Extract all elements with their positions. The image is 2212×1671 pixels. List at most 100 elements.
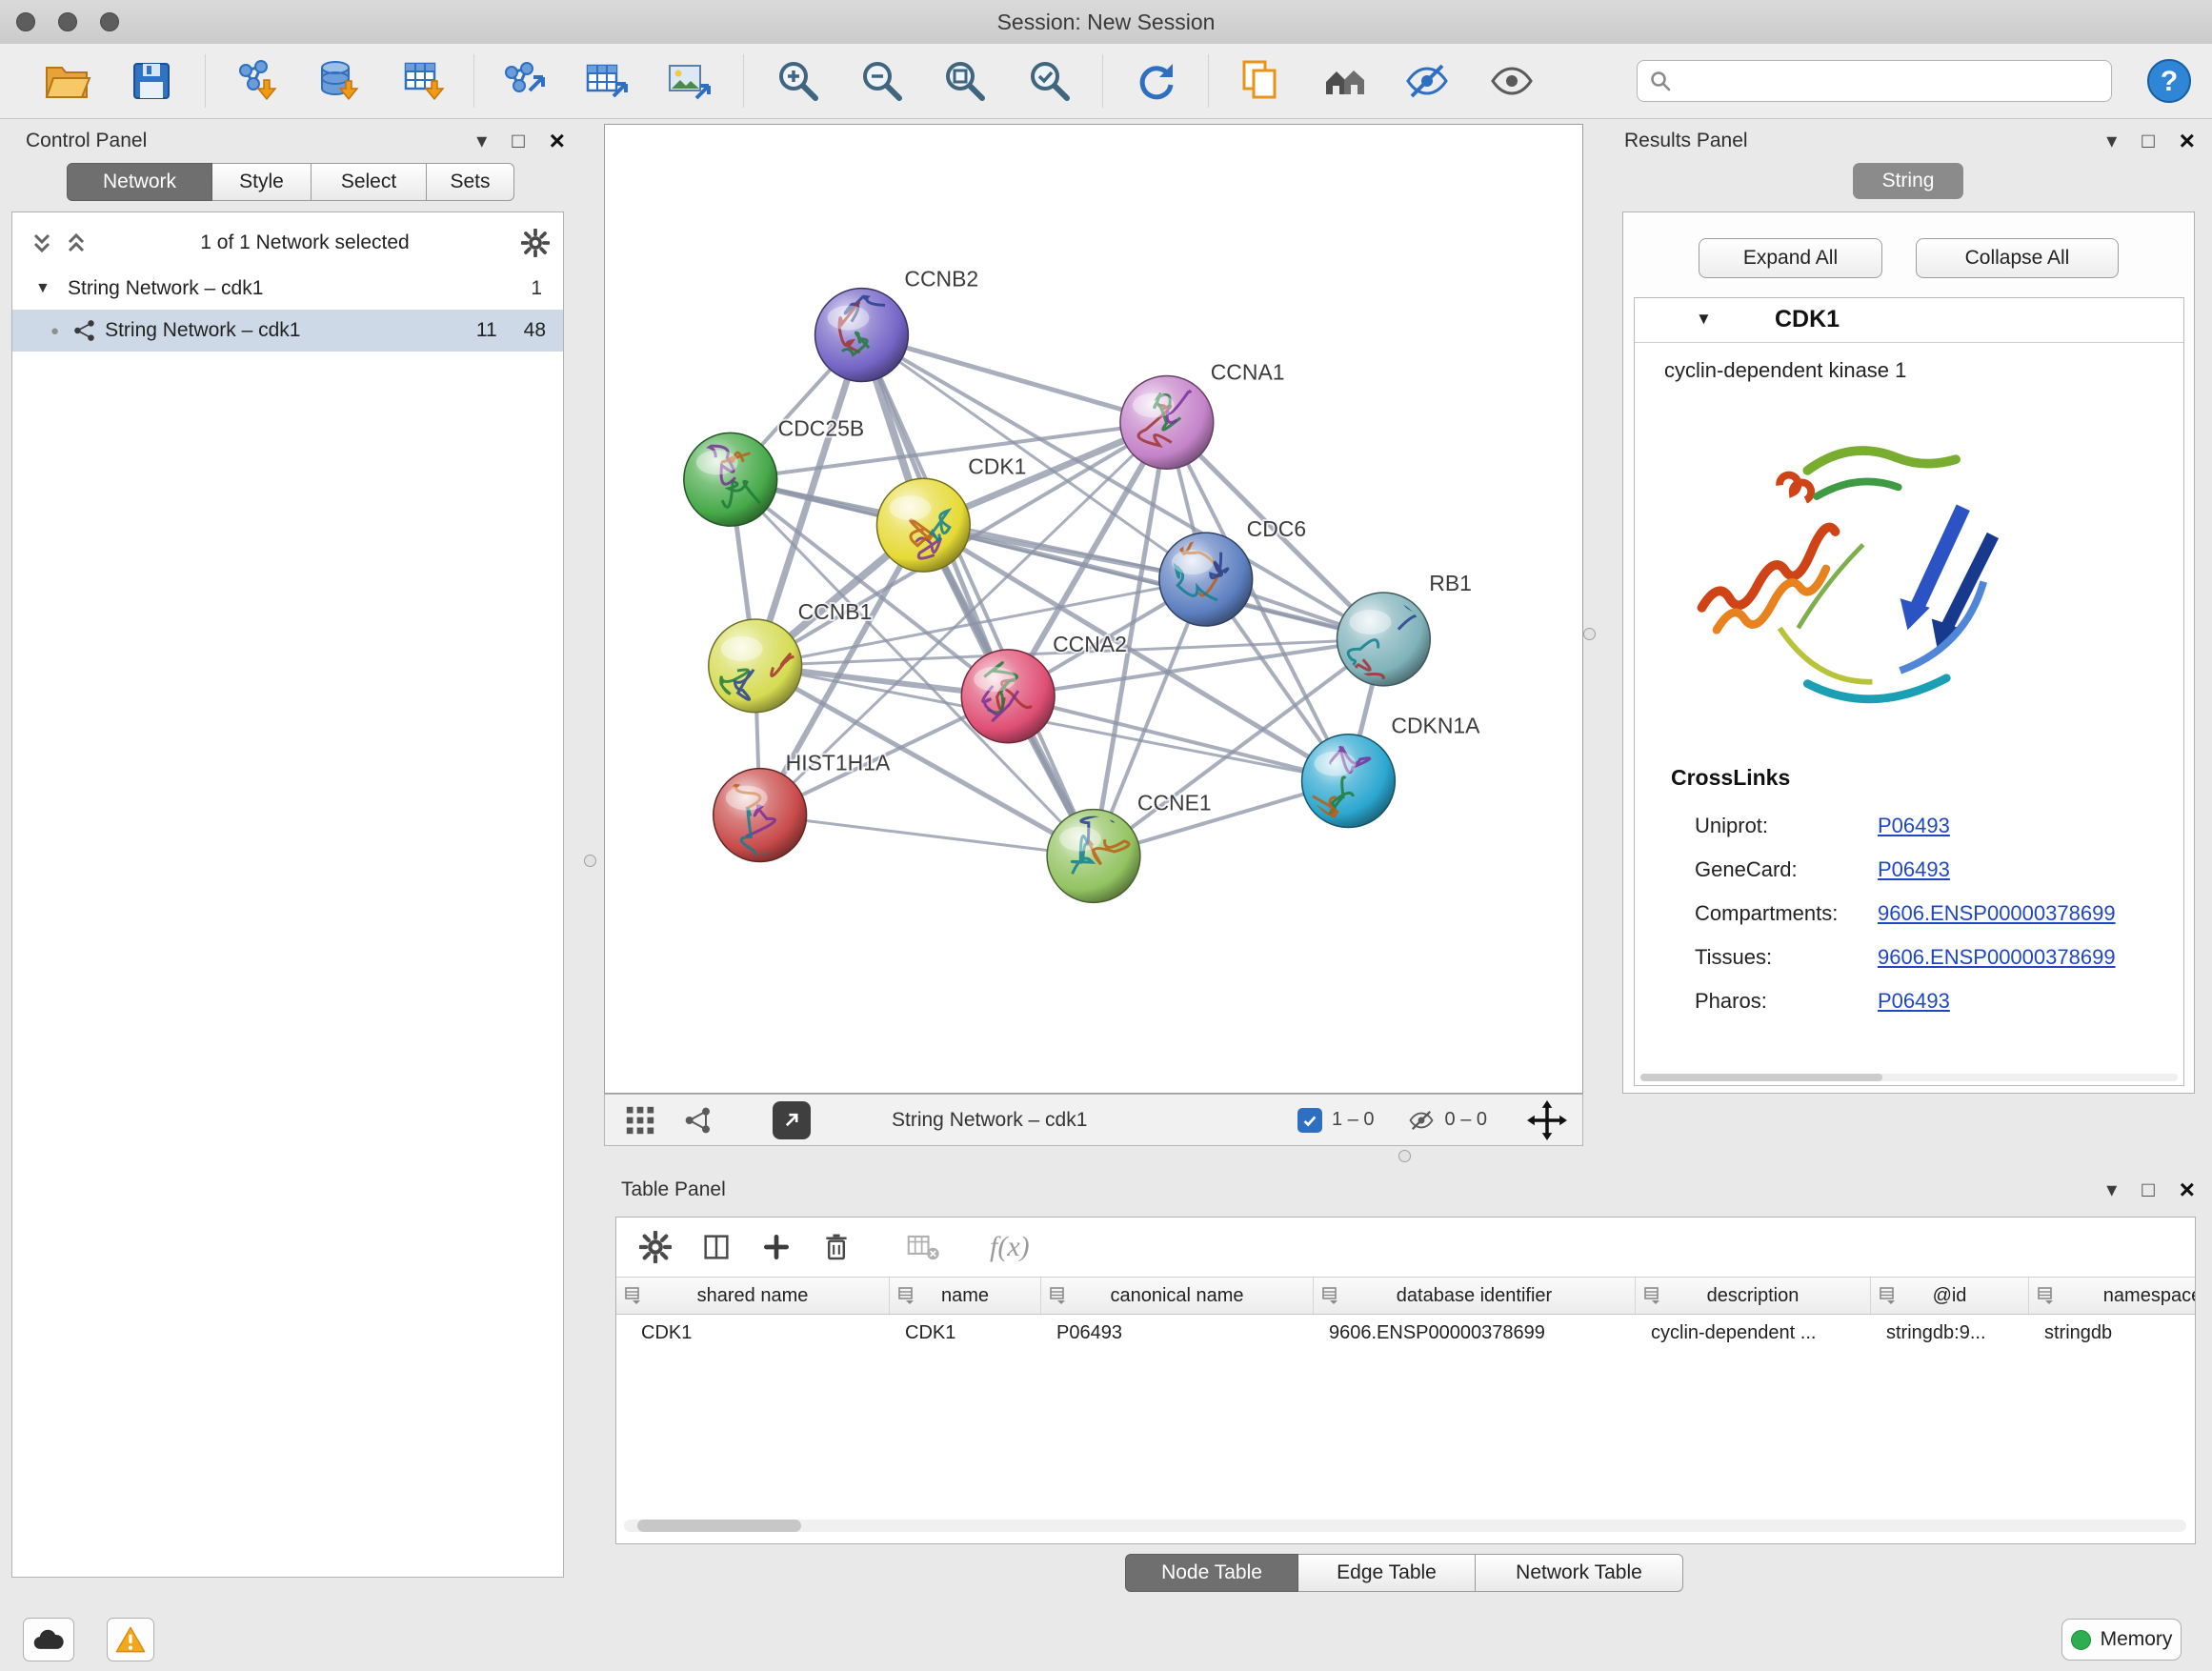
- column-header-shared-name[interactable]: shared name: [616, 1278, 890, 1314]
- tab-select[interactable]: Select: [312, 163, 427, 201]
- section-collapse-icon[interactable]: ▼: [1696, 310, 1712, 329]
- crosslink-value-link[interactable]: P06493: [1878, 814, 2183, 838]
- detach-view-button[interactable]: [773, 1101, 811, 1139]
- search-input[interactable]: [1679, 70, 2100, 93]
- function-builder-icon[interactable]: f(x): [990, 1231, 1030, 1263]
- tab-sets[interactable]: Sets: [427, 163, 514, 201]
- import-network-file-button[interactable]: [233, 56, 283, 106]
- network-node-HIST1H1A[interactable]: [714, 763, 807, 874]
- results-panel-close-icon[interactable]: ×: [2180, 128, 2195, 154]
- tree-options-gear-icon[interactable]: [521, 229, 550, 257]
- show-all-button[interactable]: [1487, 56, 1537, 106]
- column-header-database-identifier[interactable]: database identifier: [1314, 1278, 1636, 1314]
- network-edge[interactable]: [760, 815, 1094, 856]
- tree-expand-icon[interactable]: ▼: [35, 280, 60, 297]
- network-edge[interactable]: [861, 335, 1166, 423]
- zoom-selected-button[interactable]: [1025, 56, 1075, 106]
- add-column-icon[interactable]: [761, 1232, 792, 1262]
- selected-checkbox-icon[interactable]: [1297, 1108, 1322, 1133]
- show-columns-icon[interactable]: [700, 1231, 733, 1263]
- tab-string[interactable]: String: [1853, 163, 1963, 199]
- column-header--id[interactable]: @id: [1871, 1278, 2029, 1314]
- network-overview-icon[interactable]: [683, 1105, 714, 1136]
- zoom-fit-button[interactable]: [940, 56, 990, 106]
- memory-button[interactable]: Memory: [2061, 1619, 2182, 1661]
- new-table-button[interactable]: [582, 56, 632, 106]
- results-panel-float-icon[interactable]: ▾: [2106, 131, 2117, 151]
- control-panel-tabs: Network Style Select Sets: [67, 163, 514, 201]
- crosslink-value-link[interactable]: 9606.ENSP00000378699: [1878, 901, 2183, 926]
- network-node-RB1[interactable]: [1337, 591, 1430, 690]
- bottom-splitter-handle[interactable]: [1398, 1150, 1411, 1162]
- delete-table-icon[interactable]: [906, 1231, 940, 1263]
- control-panel-float-icon[interactable]: ▾: [476, 131, 487, 151]
- crosslink-row: Compartments:9606.ENSP00000378699: [1695, 892, 2183, 936]
- tab-edge-table[interactable]: Edge Table: [1298, 1554, 1476, 1592]
- expand-all-networks-icon[interactable]: [64, 230, 89, 256]
- titlebar: Session: New Session: [0, 0, 2212, 45]
- cloud-status-button[interactable]: [23, 1618, 74, 1661]
- network-node-CDC25B[interactable]: [684, 433, 777, 526]
- save-session-button[interactable]: [127, 56, 176, 106]
- network-node-CDKN1A[interactable]: [1302, 735, 1396, 828]
- network-view[interactable]: CCNB2CCNA1CDC25BCDK1CDC6RB1CCNB1CCNA2CDK…: [604, 124, 1583, 1094]
- column-header-canonical-name[interactable]: canonical name: [1041, 1278, 1314, 1314]
- results-panel-maximize-icon[interactable]: □: [2142, 131, 2154, 151]
- expand-all-button[interactable]: Expand All: [1699, 238, 1882, 278]
- right-splitter-handle[interactable]: [1583, 628, 1596, 640]
- network-canvas[interactable]: CCNB2CCNA1CDC25BCDK1CDC6RB1CCNB1CCNA2CDK…: [605, 125, 1582, 1093]
- left-splitter-handle[interactable]: [584, 855, 596, 867]
- delete-column-icon[interactable]: [820, 1231, 853, 1263]
- new-network-button[interactable]: [499, 56, 549, 106]
- network-node-CDC6[interactable]: [1159, 528, 1253, 626]
- control-panel-close-icon[interactable]: ×: [550, 128, 565, 154]
- table-panel-maximize-icon[interactable]: □: [2142, 1179, 2154, 1200]
- column-header-namespace[interactable]: namespace: [2029, 1278, 2196, 1314]
- crosslink-value-link[interactable]: P06493: [1878, 857, 2183, 882]
- tab-network-table[interactable]: Network Table: [1476, 1554, 1683, 1592]
- open-session-button[interactable]: [42, 56, 91, 106]
- hide-selected-button[interactable]: [1402, 56, 1452, 106]
- network-node-CDK1[interactable]: [876, 478, 970, 572]
- control-panel-maximize-icon[interactable]: □: [512, 131, 524, 151]
- zoom-fit-icon: [940, 56, 990, 106]
- network-node-CCNB2[interactable]: [815, 289, 909, 382]
- home-button[interactable]: [1320, 56, 1370, 106]
- import-table-file-button[interactable]: [400, 56, 450, 106]
- network-edge[interactable]: [861, 335, 1094, 856]
- table-panel-float-icon[interactable]: ▾: [2106, 1179, 2117, 1200]
- table-row[interactable]: CDK1CDK1P064939606.ENSP00000378699cyclin…: [616, 1315, 2195, 1351]
- crosslink-value-link[interactable]: P06493: [1878, 989, 2183, 1014]
- network-node-CCNE1[interactable]: [1047, 785, 1140, 902]
- grid-view-icon[interactable]: [626, 1106, 654, 1135]
- tab-node-table[interactable]: Node Table: [1125, 1554, 1298, 1592]
- help-button[interactable]: ?: [2144, 56, 2194, 106]
- copy-document-button[interactable]: [1236, 56, 1285, 106]
- tab-style[interactable]: Style: [212, 163, 312, 201]
- collapse-all-button[interactable]: Collapse All: [1916, 238, 2119, 278]
- zoom-out-button[interactable]: [857, 56, 907, 106]
- column-header-name[interactable]: name: [890, 1278, 1041, 1314]
- pan-crosshair-icon[interactable]: [1527, 1100, 1567, 1140]
- table-panel-close-icon[interactable]: ×: [2180, 1177, 2195, 1203]
- network-node-CCNA2[interactable]: [961, 650, 1055, 743]
- table-cell: cyclin-dependent ...: [1636, 1315, 1871, 1351]
- network-node-CCNA1[interactable]: [1120, 373, 1214, 469]
- tab-network[interactable]: Network: [67, 163, 212, 201]
- results-horizontal-scrollbar[interactable]: [1640, 1074, 2178, 1081]
- zoom-in-button[interactable]: [774, 56, 823, 106]
- warnings-button[interactable]: [107, 1618, 154, 1661]
- table-horizontal-scrollbar[interactable]: [624, 1520, 2186, 1532]
- search-field[interactable]: [1637, 60, 2112, 102]
- collapse-all-networks-icon[interactable]: [30, 230, 54, 256]
- column-header-description[interactable]: description: [1636, 1278, 1871, 1314]
- table-options-gear-icon[interactable]: [639, 1231, 672, 1263]
- export-image-button[interactable]: [665, 56, 714, 106]
- network-collection-row[interactable]: ▼ String Network – cdk1 1: [12, 268, 563, 310]
- column-type-icon: [2037, 1286, 2056, 1305]
- refresh-button[interactable]: [1131, 56, 1180, 106]
- import-network-database-button[interactable]: [314, 56, 364, 106]
- network-row[interactable]: ● String Network – cdk1 11 48: [12, 310, 563, 352]
- crosslink-value-link[interactable]: 9606.ENSP00000378699: [1878, 945, 2183, 970]
- hidden-eye-slash-icon[interactable]: [1407, 1106, 1436, 1135]
